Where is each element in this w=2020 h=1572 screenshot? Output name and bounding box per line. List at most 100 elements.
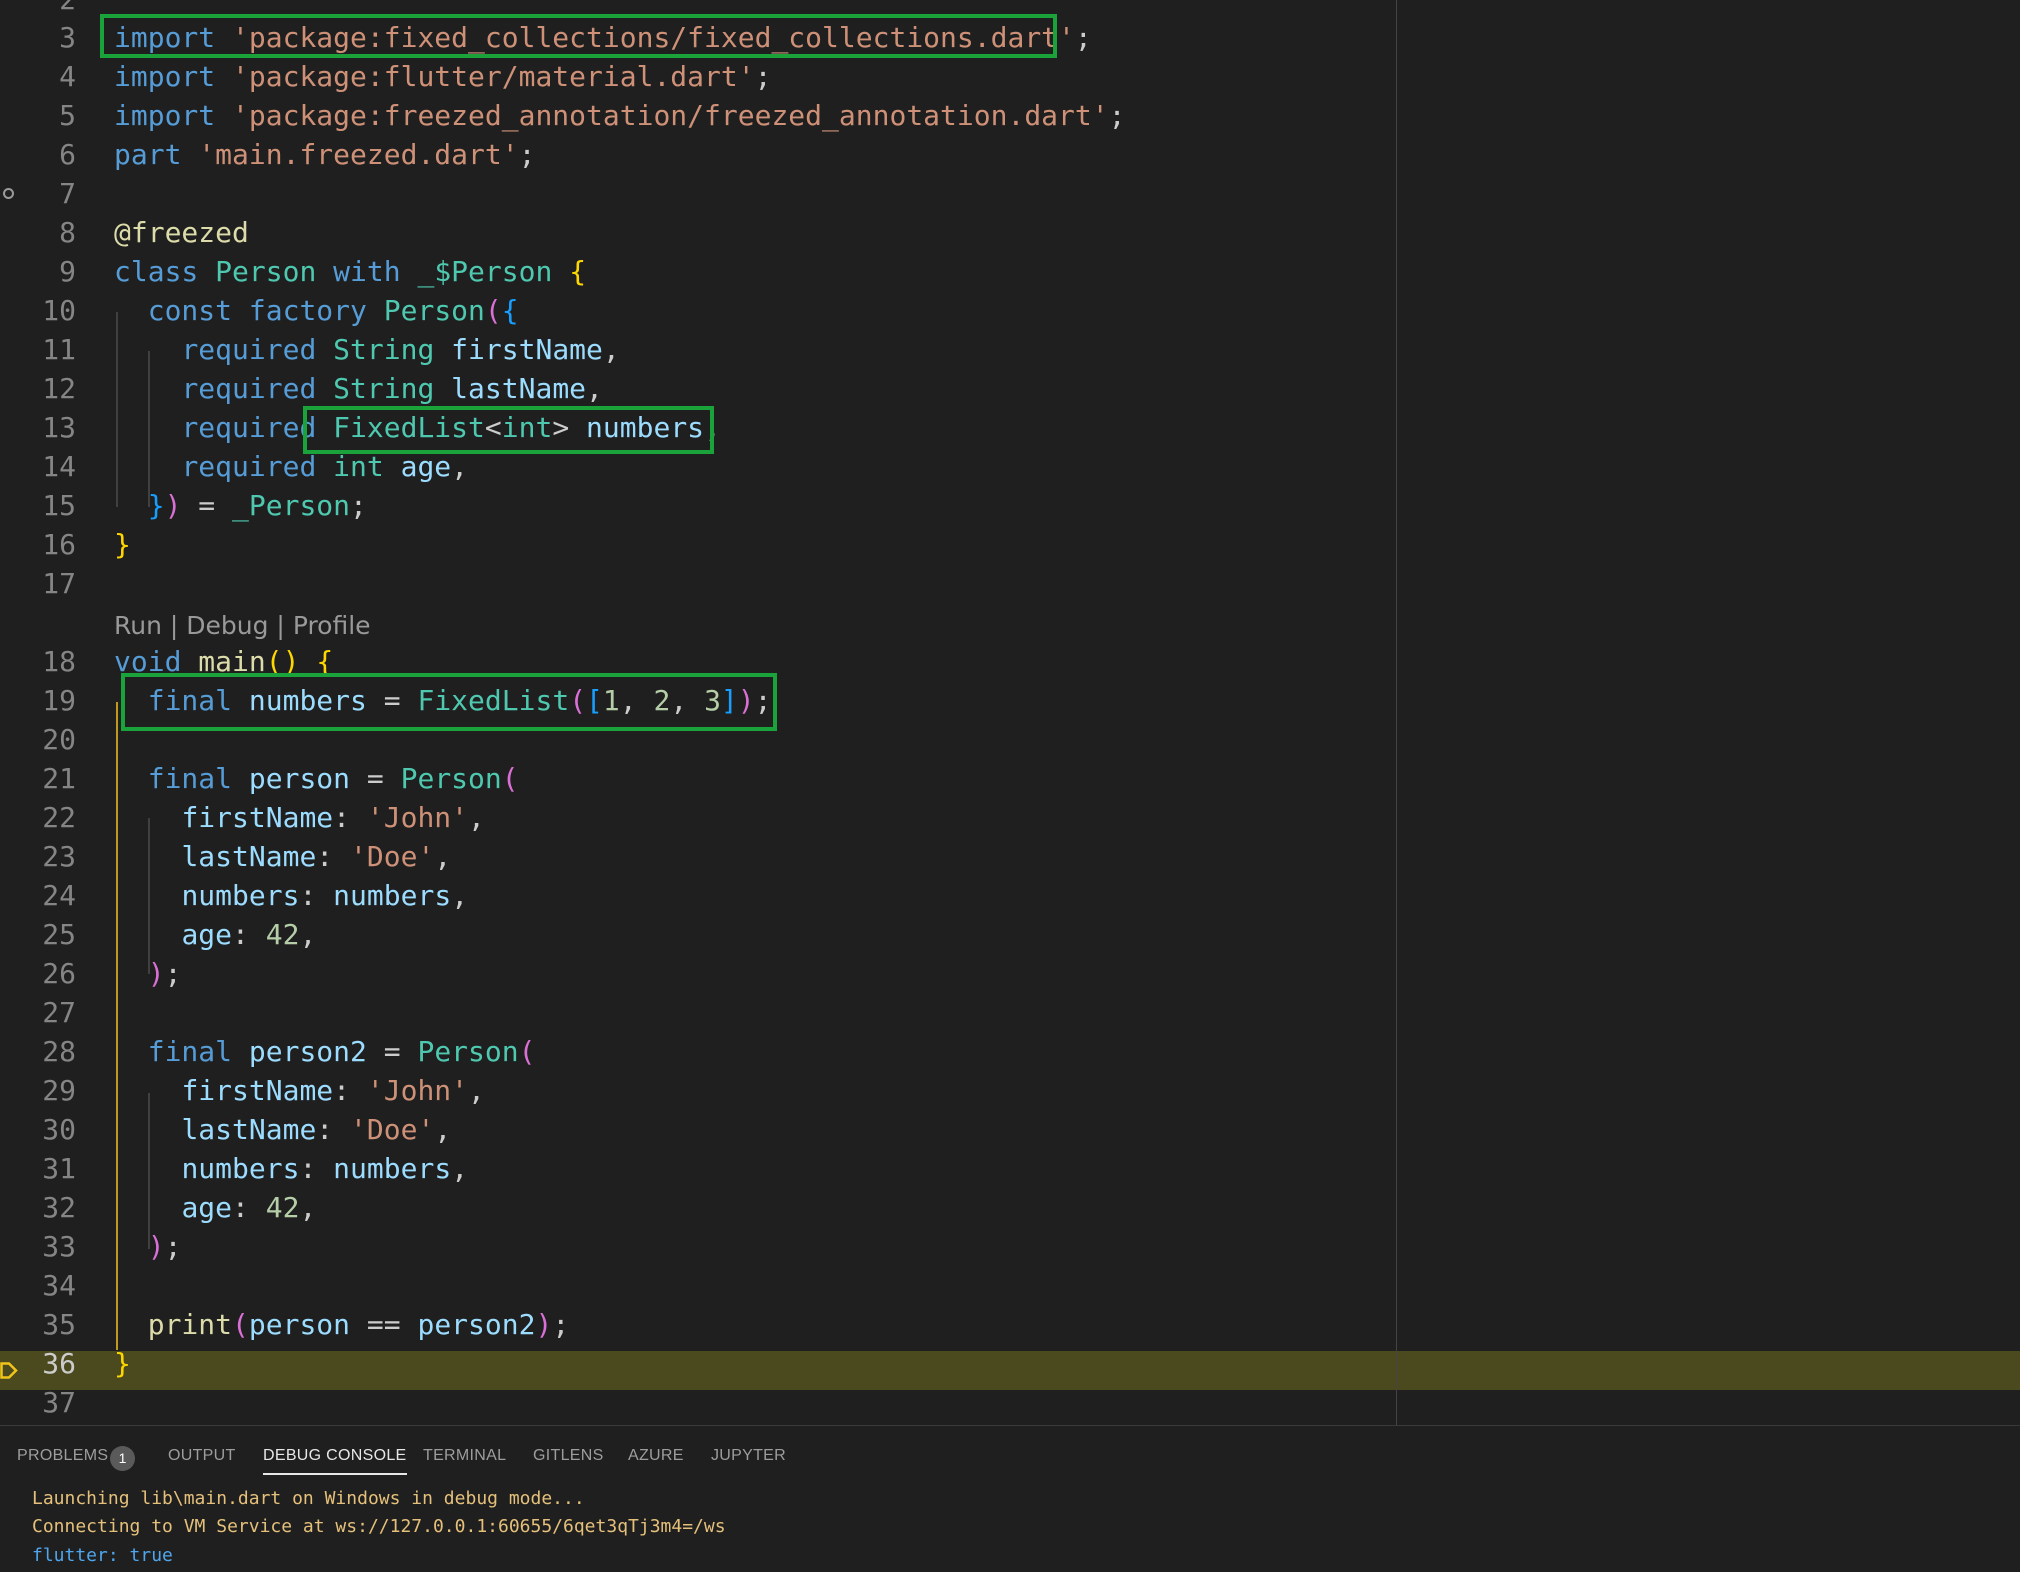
code-token: class bbox=[114, 255, 199, 288]
highlight-box-fixedlist-init bbox=[121, 673, 777, 731]
line-number: 27 bbox=[42, 996, 76, 1029]
code-token: , bbox=[468, 801, 485, 834]
code-editor[interactable]: 2 3import 'package:fixed_collections/fix… bbox=[0, 0, 2020, 1425]
tab-jupyter[interactable]: JUPYTER bbox=[711, 1441, 786, 1471]
code-token: @freezed bbox=[114, 216, 249, 249]
code-token: final bbox=[147, 762, 233, 795]
code-token: person2 bbox=[248, 1035, 367, 1068]
code-token: _Person bbox=[232, 489, 351, 522]
tab-output[interactable]: OUTPUT bbox=[168, 1441, 236, 1471]
code-line: ); bbox=[114, 1227, 182, 1266]
code-token: , bbox=[299, 918, 317, 951]
code-line: numbers: numbers, bbox=[114, 1149, 468, 1188]
line-number: 5 bbox=[59, 99, 76, 132]
code-token: ; bbox=[350, 489, 367, 522]
line-number: 16 bbox=[42, 528, 76, 561]
run-link[interactable]: Run bbox=[114, 611, 162, 640]
code-token: , bbox=[451, 879, 469, 912]
code-token: { bbox=[501, 294, 519, 327]
code-token: : bbox=[232, 1191, 266, 1224]
code-token: import bbox=[114, 60, 216, 93]
line-number: 14 bbox=[42, 450, 76, 483]
console-line: flutter: true bbox=[32, 1545, 173, 1566]
code-token: ) bbox=[147, 1230, 165, 1263]
line-number: 20 bbox=[42, 723, 76, 756]
code-token: required bbox=[181, 450, 317, 483]
code-token: = bbox=[350, 762, 401, 795]
code-token: ) bbox=[147, 957, 165, 990]
code-token: : bbox=[299, 879, 334, 912]
code-token: part bbox=[114, 138, 182, 171]
code-token: 'John' bbox=[366, 1074, 469, 1107]
bottom-panel: PROBLEMS 1 OUTPUT DEBUG CONSOLE TERMINAL… bbox=[0, 1425, 2020, 1572]
code-token: ; bbox=[1074, 21, 1092, 54]
line-number: 21 bbox=[42, 762, 76, 795]
line-number: 9 bbox=[59, 255, 76, 288]
tab-terminal[interactable]: TERMINAL bbox=[423, 1441, 506, 1471]
codelens: Run | Debug | Profile bbox=[114, 609, 371, 643]
code-line: }) = _Person; bbox=[114, 486, 367, 525]
code-token: 'John' bbox=[366, 801, 469, 834]
tab-gitlens[interactable]: GITLENS bbox=[533, 1441, 604, 1471]
code-token: ; bbox=[164, 957, 182, 990]
code-token: { bbox=[569, 255, 587, 288]
line-number: 31 bbox=[42, 1152, 76, 1185]
highlight-box-fixedlist-field bbox=[303, 406, 714, 454]
code-token: = bbox=[366, 1035, 418, 1068]
code-line: import 'package:flutter/material.dart'; bbox=[114, 57, 771, 96]
code-line: lastName: 'Doe', bbox=[114, 837, 451, 876]
line-number: 13 bbox=[42, 411, 76, 444]
line-number: 25 bbox=[42, 918, 76, 951]
code-token: final bbox=[147, 1035, 233, 1068]
code-token: : bbox=[232, 918, 266, 951]
code-line: import 'package:freezed_annotation/freez… bbox=[114, 96, 1125, 135]
breakpoint-paused-icon[interactable] bbox=[0, 1362, 18, 1379]
code-token: age bbox=[181, 1191, 233, 1224]
code-line: lastName: 'Doe', bbox=[114, 1110, 451, 1149]
code-token: person bbox=[248, 1308, 351, 1341]
debug-link[interactable]: Debug bbox=[186, 611, 268, 640]
code-token: Person bbox=[383, 294, 485, 327]
code-token: int bbox=[333, 450, 384, 483]
code-token: : bbox=[316, 840, 351, 873]
code-token: } bbox=[114, 528, 131, 561]
tab-problems[interactable]: PROBLEMS bbox=[17, 1441, 108, 1471]
code-token: required bbox=[181, 411, 317, 444]
line-number: 18 bbox=[42, 645, 76, 678]
tab-azure[interactable]: AZURE bbox=[628, 1441, 684, 1471]
code-token: ) bbox=[535, 1308, 553, 1341]
code-line: age: 42, bbox=[114, 1188, 316, 1227]
code-token: lastName bbox=[181, 1113, 317, 1146]
code-token: ) bbox=[164, 489, 182, 522]
code-token: numbers bbox=[181, 879, 300, 912]
line-number: 30 bbox=[42, 1113, 76, 1146]
code-token: } bbox=[114, 1347, 131, 1380]
line-number: 17 bbox=[42, 567, 76, 600]
code-token: ; bbox=[552, 1308, 570, 1341]
code-line: } bbox=[114, 525, 131, 564]
code-token: } bbox=[147, 489, 165, 522]
tab-debug-console[interactable]: DEBUG CONSOLE bbox=[263, 1441, 407, 1475]
line-number: 23 bbox=[42, 840, 76, 873]
line-number: 2 bbox=[0, 0, 76, 19]
console-line: Connecting to VM Service at ws://127.0.0… bbox=[32, 1516, 726, 1537]
code-token: numbers bbox=[333, 879, 452, 912]
code-token: age bbox=[181, 918, 233, 951]
code-token: ( bbox=[484, 294, 502, 327]
code-line: } bbox=[114, 1344, 131, 1383]
line-number: 26 bbox=[42, 957, 76, 990]
code-line: firstName: 'John', bbox=[114, 798, 485, 837]
code-token: , bbox=[451, 450, 469, 483]
profile-link[interactable]: Profile bbox=[293, 611, 371, 640]
code-line: required String firstName, bbox=[114, 330, 619, 369]
